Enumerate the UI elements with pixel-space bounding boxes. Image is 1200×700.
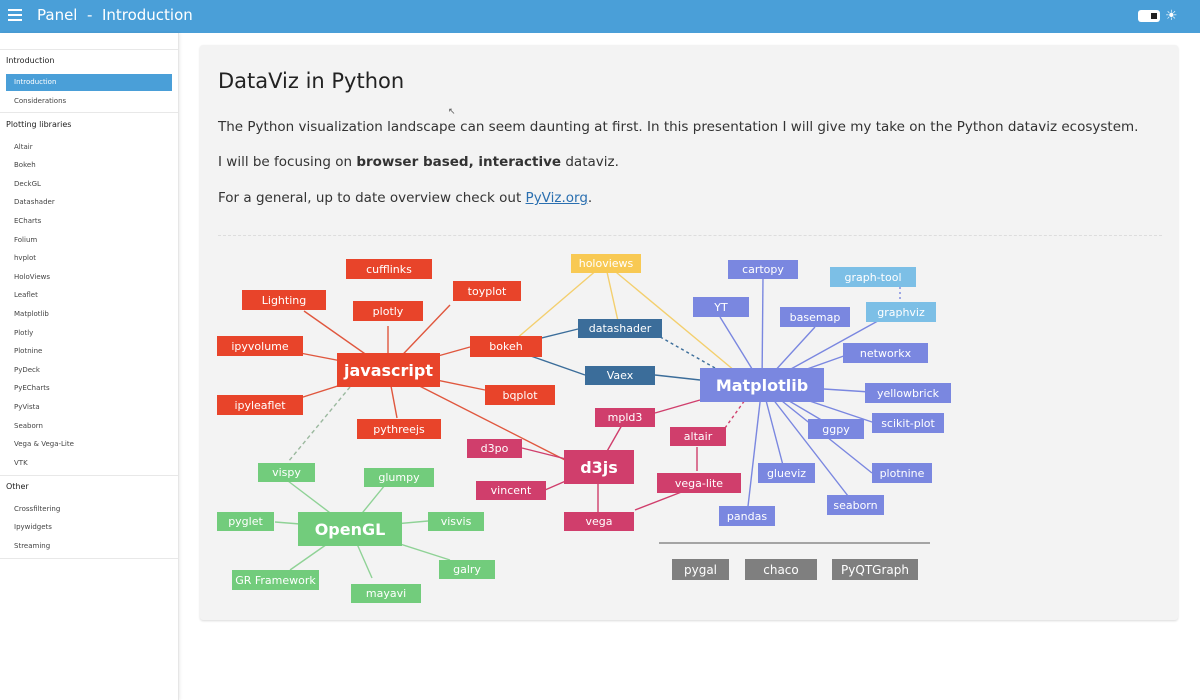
node-opengl[interactable]: OpenGL [298,512,402,546]
node-bqplot[interactable]: bqplot [485,385,555,405]
sidebar-item-bokeh[interactable]: Bokeh [14,161,36,169]
sidebar-section-plotting-libraries: Plotting libraries [6,120,72,129]
sidebar-item-plotly[interactable]: Plotly [14,329,33,337]
sidebar-item-holoviews[interactable]: HoloViews [14,273,50,281]
node-vincent[interactable]: vincent [476,481,546,500]
sidebar-item-pyvista[interactable]: PyVista [14,403,40,411]
node-d3po[interactable]: d3po [467,439,522,458]
node-ipyvolume[interactable]: ipyvolume [217,336,303,356]
sidebar-divider [0,49,178,50]
sidebar-item-ipywidgets[interactable]: Ipywidgets [14,523,52,531]
node-networkx[interactable]: networkx [843,343,928,363]
focus-bold-text: browser based, interactive [356,154,562,170]
theme-toggle[interactable] [1138,10,1160,22]
sidebar-divider [0,558,178,559]
sidebar-section-other: Other [6,482,29,491]
node-holoviews[interactable]: holoviews [571,254,641,273]
sidebar-item-crossfiltering[interactable]: Crossfiltering [14,505,60,513]
page-title: DataViz in Python [218,69,405,93]
intro-paragraph: The Python visualization landscape can s… [218,119,1139,135]
node-visvis[interactable]: visvis [428,512,484,531]
node-pandas[interactable]: pandas [719,506,775,526]
sidebar-item-pyecharts[interactable]: PyECharts [14,384,50,392]
node-graphviz[interactable]: graphviz [866,302,936,322]
sun-icon: ☀ [1165,8,1178,24]
sidebar-item-vtk[interactable]: VTK [14,459,28,467]
node-yt[interactable]: YT [693,297,749,317]
node-plotnine[interactable]: plotnine [872,463,932,483]
node-cufflinks[interactable]: cufflinks [346,259,432,279]
focus-text: I will be focusing on [218,154,357,170]
overview-text-end: . [587,190,593,206]
node-gr-framework[interactable]: GR Framework [232,570,319,590]
node-d3js[interactable]: d3js [564,450,634,484]
sidebar-item-plotnine[interactable]: Plotnine [14,347,42,355]
node-mpld3[interactable]: mpld3 [595,408,655,427]
node-vega[interactable]: vega [564,512,634,531]
node-cartopy[interactable]: cartopy [728,260,798,279]
node-chaco[interactable]: chaco [745,559,817,580]
sidebar-item-pydeck[interactable]: PyDeck [14,366,40,374]
node-graph-tool[interactable]: graph-tool [830,267,916,287]
node-glumpy[interactable]: glumpy [364,468,434,487]
node-mayavi[interactable]: mayavi [351,584,421,603]
sidebar-item-altair[interactable]: Altair [14,143,33,151]
node-pyqtgraph[interactable]: PyQTGraph [832,559,918,580]
node-galry[interactable]: galry [439,560,495,579]
node-yellowbrick[interactable]: yellowbrick [865,383,951,403]
node-datashader[interactable]: datashader [578,319,662,338]
sidebar-item-echarts[interactable]: ECharts [14,217,41,225]
node-pyglet[interactable]: pyglet [217,512,274,531]
node-vispy[interactable]: vispy [258,463,315,482]
node-lighting[interactable]: Lighting [242,290,326,310]
sidebar-divider [0,112,178,113]
sidebar-item-datashader[interactable]: Datashader [14,198,55,206]
node-bokeh[interactable]: bokeh [470,336,542,357]
focus-text-end: dataviz. [561,154,619,170]
node-plotly[interactable]: plotly [353,301,423,321]
overview-text: For a general, up to date overview check… [218,190,526,206]
node-pygal[interactable]: pygal [672,559,729,580]
node-altair[interactable]: altair [670,427,726,446]
mouse-cursor-icon: ↖ [448,107,456,117]
sidebar-item-hvplot[interactable]: hvplot [14,254,36,262]
overview-paragraph: For a general, up to date overview check… [218,190,592,206]
sidebar-item-deckgl[interactable]: DeckGL [14,180,41,188]
sidebar-item-introduction[interactable]: Introduction [6,74,172,91]
node-pythreejs[interactable]: pythreejs [357,419,441,439]
node-vaex[interactable]: Vaex [585,366,655,385]
top-bar: Panel - Introduction ☀ [0,0,1200,33]
sidebar-item-seaborn[interactable]: Seaborn [14,422,43,430]
sidebar-item-leaflet[interactable]: Leaflet [14,291,38,299]
node-matplotlib[interactable]: Matplotlib [700,368,824,402]
node-ggpy[interactable]: ggpy [808,419,864,439]
node-vega-lite[interactable]: vega-lite [657,473,741,493]
pyviz-link[interactable]: PyViz.org [526,190,588,206]
app-title: Panel - Introduction [37,6,193,24]
node-basemap[interactable]: basemap [780,307,850,327]
sidebar: Introduction Introduction Considerations… [0,33,179,700]
sidebar-item-folium[interactable]: Folium [14,236,37,244]
sidebar-divider [0,475,178,476]
node-ipyleaflet[interactable]: ipyleaflet [217,395,303,415]
sidebar-section-introduction: Introduction [6,56,55,65]
sidebar-item-matplotlib[interactable]: Matplotlib [14,310,49,318]
node-seaborn[interactable]: seaborn [827,495,884,515]
sidebar-item-vega-vega-lite[interactable]: Vega & Vega-Lite [14,440,74,448]
node-scikit-plot[interactable]: scikit-plot [872,413,944,433]
sidebar-item-considerations[interactable]: Considerations [14,97,66,105]
sidebar-item-streaming[interactable]: Streaming [14,542,50,550]
node-glueviz[interactable]: glueviz [758,463,815,483]
node-toyplot[interactable]: toyplot [453,281,521,301]
focus-paragraph: I will be focusing on browser based, int… [218,154,619,170]
hamburger-menu-icon[interactable] [8,9,22,23]
node-javascript[interactable]: javascript [337,353,440,387]
